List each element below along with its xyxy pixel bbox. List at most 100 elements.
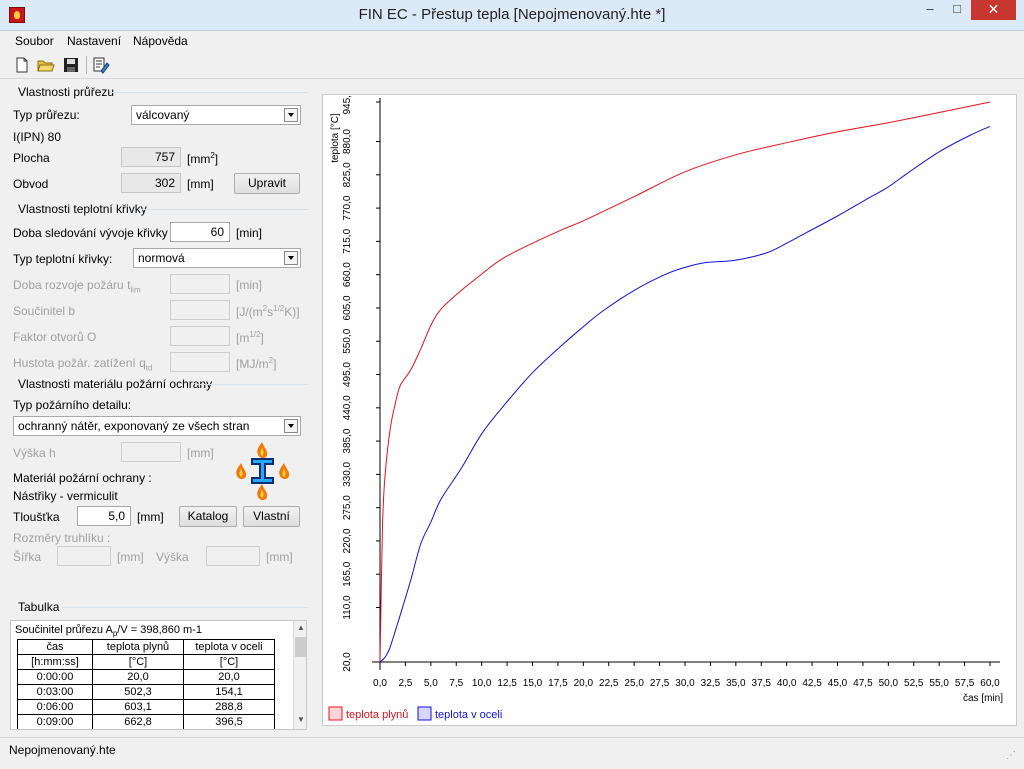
- x-axis-label: čas [min]: [963, 693, 1003, 704]
- perimeter-unit: [mm]: [187, 177, 214, 191]
- properties-icon[interactable]: [91, 55, 111, 75]
- opening-input[interactable]: [170, 326, 230, 346]
- x-tick-label: 37,5: [752, 678, 772, 689]
- legend-swatch: [417, 706, 432, 721]
- section-cross-title: Vlastnosti průřezu: [18, 85, 115, 99]
- duration-input[interactable]: 60: [170, 222, 230, 242]
- x-tick-label: 15,0: [523, 678, 543, 689]
- catalog-button[interactable]: Katalog: [179, 506, 237, 527]
- fire-exposure-icon: [232, 440, 292, 502]
- box-height-label: Výška: [156, 550, 189, 564]
- area-field: 757: [121, 147, 181, 167]
- curve-type-label: Typ teplotní křivky:: [13, 252, 113, 266]
- duration-label: Doba sledování vývoje křivky: [13, 226, 168, 240]
- section-curve-title: Vlastnosti teplotní křivky: [18, 202, 147, 216]
- chevron-down-icon[interactable]: [284, 251, 298, 265]
- section-factor: Součinitel průřezu Ap/V = 398,860 m-1: [15, 624, 202, 639]
- profile-name: I(IPN) 80: [13, 130, 62, 144]
- open-folder-icon[interactable]: [36, 55, 56, 75]
- x-tick-label: 5,0: [424, 678, 438, 689]
- y-tick-label: 715,0: [342, 228, 353, 253]
- chevron-down-icon[interactable]: [284, 108, 298, 122]
- x-tick-label: 47,5: [853, 678, 873, 689]
- box-width-label: Šířka: [13, 550, 42, 564]
- y-tick-label: 550,0: [342, 328, 353, 353]
- y-tick-label: 440,0: [342, 395, 353, 420]
- y-tick-label: 220,0: [342, 528, 353, 553]
- resize-grip-icon[interactable]: ⋰: [1006, 750, 1020, 764]
- col-header-time: čas: [17, 639, 93, 655]
- y-tick-label: 110,0: [342, 595, 353, 620]
- x-tick-label: 2,5: [398, 678, 412, 689]
- results-table-panel[interactable]: Součinitel průřezu Ap/V = 398,860 m-1 ča…: [10, 620, 307, 730]
- section-protection-title: Vlastnosti materiálu požární ochrany: [18, 377, 213, 391]
- detail-type-label: Typ požárního detailu:: [13, 398, 132, 412]
- save-disk-icon[interactable]: [61, 55, 81, 75]
- close-button[interactable]: ✕: [971, 0, 1016, 20]
- thickness-label: Tloušťka: [13, 510, 60, 524]
- table-cell: 288,8: [183, 699, 275, 715]
- table-cell: 502,3: [92, 684, 184, 700]
- cross-type-label: Typ průřezu:: [13, 108, 80, 122]
- edit-button[interactable]: Upravit: [234, 173, 300, 194]
- cross-type-select[interactable]: válcovaný: [131, 105, 301, 125]
- menu-napoveda[interactable]: Nápověda: [133, 33, 188, 50]
- legend-swatch: [328, 706, 343, 721]
- scroll-thumb[interactable]: [295, 637, 306, 657]
- status-filename: Nepojmenovaný.hte: [9, 743, 116, 757]
- chevron-down-icon[interactable]: [284, 419, 298, 433]
- table-header-row: čas teplota plynů teplota v oceli: [17, 639, 275, 655]
- col-unit-time: [h:mm:ss]: [17, 654, 93, 670]
- x-tick-label: 35,0: [726, 678, 746, 689]
- divider: [138, 209, 308, 210]
- col-unit-gas: [°C]: [92, 654, 184, 670]
- maximize-button[interactable]: □: [944, 0, 970, 20]
- y-tick-label: 660,0: [342, 262, 353, 287]
- y-axis-label: teplota [°C]: [330, 113, 341, 163]
- detail-type-select[interactable]: ochranný nátěr, exponovaný ze všech stra…: [13, 416, 301, 436]
- table-scrollbar[interactable]: ▲ ▼: [293, 621, 306, 729]
- x-tick-label: 22,5: [599, 678, 619, 689]
- coef-b-input[interactable]: [170, 300, 230, 320]
- flame-icon: [257, 442, 268, 458]
- col-unit-steel: [°C]: [183, 654, 275, 670]
- fire-load-input[interactable]: [170, 352, 230, 372]
- legend-label: teplota v oceli: [435, 709, 502, 721]
- x-tick-label: 30,0: [675, 678, 695, 689]
- thickness-unit: [mm]: [137, 510, 164, 524]
- divider: [195, 384, 308, 385]
- table-cell: 154,1: [183, 684, 275, 700]
- new-document-icon[interactable]: [12, 55, 32, 75]
- scroll-up-icon[interactable]: ▲: [295, 621, 306, 635]
- menu-nastaveni[interactable]: Nastavení: [67, 33, 121, 50]
- x-tick-label: 60,0: [980, 678, 1000, 689]
- scroll-down-icon[interactable]: ▼: [295, 713, 306, 727]
- box-height-input[interactable]: [206, 546, 260, 566]
- x-tick-label: 42,5: [802, 678, 822, 689]
- custom-button[interactable]: Vlastní: [243, 506, 300, 527]
- perimeter-label: Obvod: [13, 177, 49, 191]
- x-tick-label: 57,5: [955, 678, 975, 689]
- box-width-input[interactable]: [57, 546, 111, 566]
- perimeter-field: 302: [121, 173, 181, 193]
- x-tick-label: 50,0: [879, 678, 899, 689]
- opening-unit: [m1/2]: [236, 330, 264, 345]
- fire-load-label: Hustota požár. zatížení qtd: [13, 356, 153, 373]
- flame-icon: [279, 463, 290, 479]
- table-cell: 20,0: [183, 669, 275, 685]
- fire-dev-input[interactable]: [170, 274, 230, 294]
- menu-soubor[interactable]: Soubor: [15, 33, 54, 50]
- thickness-input[interactable]: 5,0: [77, 506, 131, 526]
- table-cell: 0:00:00: [17, 669, 93, 685]
- minimize-button[interactable]: ‒: [917, 0, 943, 20]
- x-tick-label: 10,0: [472, 678, 492, 689]
- height-h-input[interactable]: [121, 442, 181, 462]
- status-bar: Nepojmenovaný.hte ⋰: [0, 737, 1024, 769]
- series-line-gas: [379, 101, 991, 663]
- y-tick-label: 20,0: [342, 652, 353, 672]
- table-cell: 0:06:00: [17, 699, 93, 715]
- coef-b-unit: [J/(m2s1/2K)]: [236, 304, 300, 319]
- curve-type-select[interactable]: normová: [133, 248, 301, 268]
- y-tick-label: 165,0: [342, 561, 353, 586]
- table-cell: 0:03:00: [17, 684, 93, 700]
